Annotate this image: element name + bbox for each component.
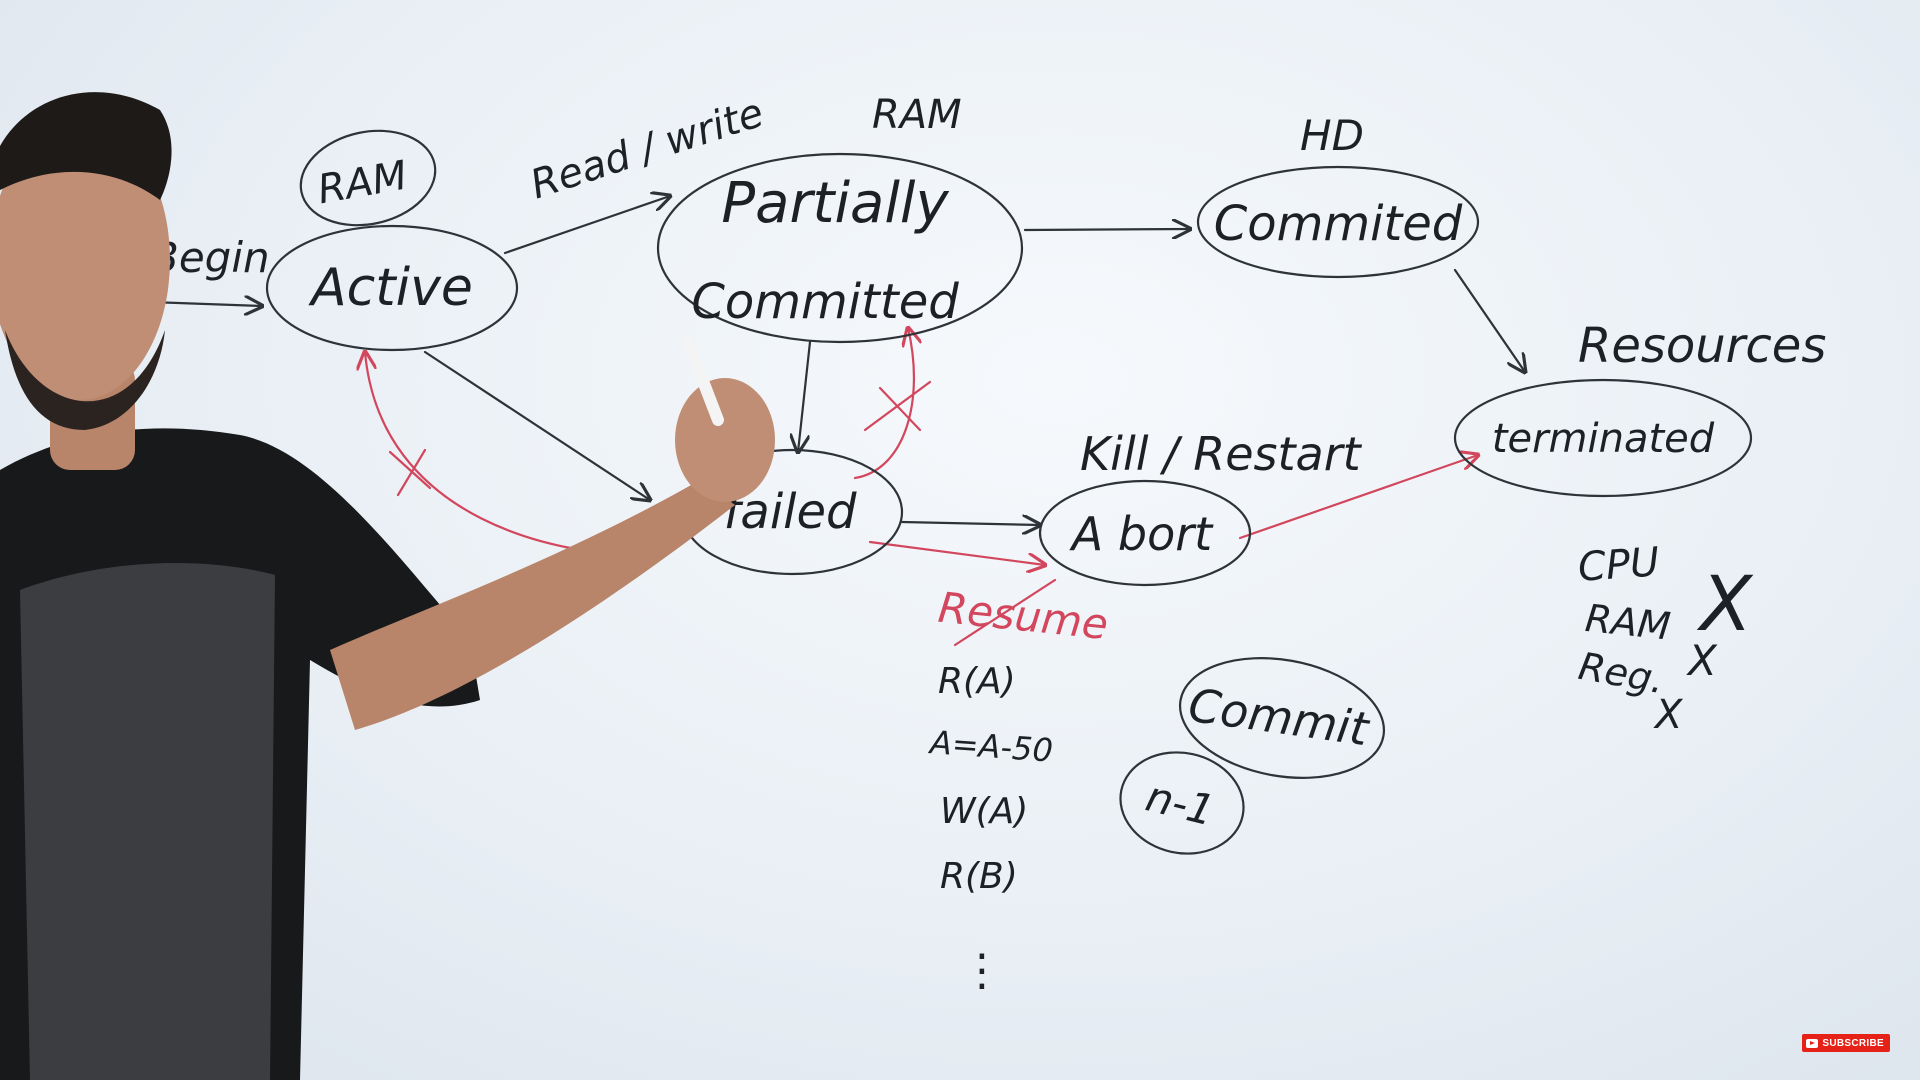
operation-item: R(A) <box>938 661 1016 702</box>
cross-mark: X <box>1696 559 1754 648</box>
play-icon <box>1806 1038 1819 1048</box>
label-ram-partial: RAM <box>872 92 962 138</box>
state-active-label: Active <box>308 258 473 318</box>
state-partially-committed-label-2: Committed <box>691 274 959 330</box>
state-partially-committed-label-1: Partially <box>721 171 949 236</box>
red-arrow-failed-to-partially-committed-crossed <box>853 328 914 480</box>
arrow-begin-to-active <box>148 302 262 306</box>
arrow-active-to-partially-committed <box>503 196 670 255</box>
arrow-active-to-failed <box>423 350 650 500</box>
arrow-committed-to-terminated <box>1453 268 1525 372</box>
label-ram-active: RAM <box>314 153 410 214</box>
presenter-shirt-print <box>20 563 275 1080</box>
state-commit-label: Commit <box>1185 678 1373 757</box>
state-committed-label: Commited <box>1214 196 1463 252</box>
cross-mark: X <box>1653 692 1684 738</box>
arrow-partially-committed-to-failed <box>798 340 812 452</box>
arrow-failed-to-abort <box>900 522 1040 525</box>
operation-item: A=A-50 <box>927 723 1054 770</box>
label-resources: Resources <box>1578 318 1826 374</box>
red-cross-mark-right <box>863 380 932 432</box>
state-terminated-label: terminated <box>1492 416 1715 462</box>
operation-item: W(A) <box>940 791 1028 832</box>
arrow-partially-committed-to-committed <box>1023 229 1190 230</box>
operation-item: ⋮ <box>960 945 1004 996</box>
presenter-hand <box>675 378 775 502</box>
subscribe-label: SUBSCRIBE <box>1822 1037 1884 1049</box>
released-resource-item: CPU <box>1576 539 1660 591</box>
red-cross-mark-left <box>388 448 432 497</box>
subscribe-button[interactable]: SUBSCRIBE <box>1802 1034 1890 1052</box>
released-resource-item: Reg. <box>1575 644 1667 702</box>
whiteboard: Begin RAM Read / write RAM HD Kill / Res… <box>0 90 1826 1080</box>
state-abort-label: A bort <box>1069 507 1214 561</box>
operation-item: R(B) <box>940 856 1018 897</box>
red-arrow-failed-to-abort <box>868 540 1045 565</box>
cross-mark: X <box>1686 636 1718 685</box>
state-n-minus-1-label: n-1 <box>1141 771 1219 835</box>
label-hd: HD <box>1300 111 1364 160</box>
label-kill-restart: Kill / Restart <box>1080 427 1363 481</box>
released-resource-item: RAM <box>1583 596 1672 649</box>
